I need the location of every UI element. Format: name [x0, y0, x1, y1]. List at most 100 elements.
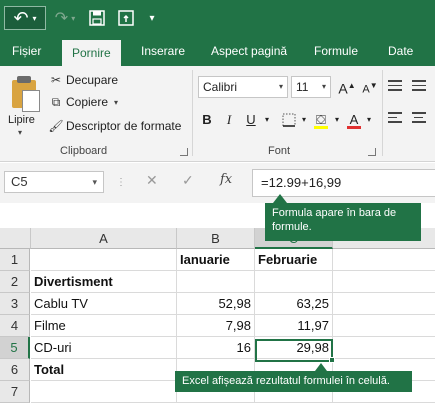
- save-button[interactable]: [86, 6, 108, 30]
- cell-d3[interactable]: [333, 293, 435, 315]
- cell-c5[interactable]: 29,98: [255, 337, 333, 359]
- select-all-corner[interactable]: [0, 228, 31, 249]
- tab-insert[interactable]: Inserare: [141, 36, 185, 66]
- cell-b1[interactable]: Ianuarie: [177, 249, 255, 271]
- font-name-value: Calibri: [203, 80, 238, 94]
- cell-c2[interactable]: [255, 271, 333, 293]
- font-color-button[interactable]: A: [345, 110, 363, 130]
- row-header-4[interactable]: 4: [0, 315, 30, 337]
- chevron-down-icon: ▾: [32, 13, 37, 23]
- enter-icon[interactable]: ✓: [182, 172, 194, 189]
- row-header-5[interactable]: 5: [0, 337, 30, 359]
- borders-icon: [282, 113, 296, 127]
- paste-label: Lipire: [8, 114, 35, 126]
- cell-a5[interactable]: CD-uri: [31, 337, 177, 359]
- column-header-b[interactable]: B: [177, 228, 255, 249]
- tab-page-layout[interactable]: Aspect pagină: [211, 36, 287, 66]
- chevron-down-icon[interactable]: ▾: [364, 110, 374, 130]
- cell-d1[interactable]: [333, 249, 435, 271]
- cell-d4[interactable]: [333, 315, 435, 337]
- chevron-down-icon: ▾: [92, 177, 97, 187]
- tab-data[interactable]: Date: [388, 36, 413, 66]
- fill-color-swatch: [314, 126, 328, 129]
- format-painter-label: Descriptor de formate: [66, 119, 182, 133]
- increase-font-size-button[interactable]: A▲: [337, 76, 357, 97]
- row-header-7[interactable]: 7: [0, 381, 30, 403]
- font-color-icon: A: [349, 112, 359, 127]
- paste-button[interactable]: Lipire ▾: [4, 70, 42, 137]
- copy-button[interactable]: ⧉ Copiere ▾: [48, 92, 118, 112]
- redo-icon: ↷: [54, 10, 69, 27]
- scissors-icon: ✂: [50, 73, 62, 87]
- decrease-font-size-button[interactable]: A▼: [360, 76, 380, 96]
- row-header-6[interactable]: 6: [0, 359, 30, 381]
- align-left-icon[interactable]: [388, 112, 402, 126]
- underline-button[interactable]: U: [242, 110, 260, 130]
- font-group-label: Font: [268, 145, 291, 157]
- bold-button[interactable]: B: [198, 110, 216, 130]
- chevron-down-icon[interactable]: ▾: [332, 110, 342, 130]
- cell-d2[interactable]: [333, 271, 435, 293]
- align-center-icon[interactable]: [412, 112, 426, 126]
- insert-function-icon[interactable]: fx: [220, 172, 232, 187]
- paint-bucket-icon: ⛋: [316, 112, 326, 127]
- font-name-select[interactable]: Calibri ▾: [198, 76, 288, 98]
- font-size-select[interactable]: 11 ▾: [291, 76, 331, 98]
- cancel-icon[interactable]: ✕: [146, 172, 158, 189]
- cell-c4[interactable]: 11,97: [255, 315, 333, 337]
- chevron-down-icon[interactable]: ▾: [114, 98, 118, 107]
- undo-button[interactable]: ↶ ▾: [4, 6, 46, 30]
- cell-a1[interactable]: [31, 249, 177, 271]
- row-header-1[interactable]: 1: [0, 249, 30, 271]
- formula-input[interactable]: =12.99+16,99: [252, 169, 435, 197]
- chevron-down-icon[interactable]: ▾: [262, 110, 272, 130]
- cell-a4[interactable]: Filme: [31, 315, 177, 337]
- tab-file[interactable]: Fișier: [12, 36, 41, 66]
- format-painter-button[interactable]: 🖌 Descriptor de formate: [48, 116, 181, 136]
- result-callout: Excel afișează rezultatul formulei în ce…: [175, 363, 412, 392]
- tab-home[interactable]: Pornire: [62, 40, 121, 66]
- cell-b5[interactable]: 16: [177, 337, 255, 359]
- cell-b3[interactable]: 52,98: [177, 293, 255, 315]
- name-box[interactable]: C5 ▾: [4, 171, 104, 193]
- cell-a3[interactable]: Cablu TV: [31, 293, 177, 315]
- row-header-2[interactable]: 2: [0, 271, 30, 293]
- cell-d5[interactable]: [333, 337, 435, 359]
- customize-icon: ▾: [149, 12, 155, 24]
- customize-toolbar-button[interactable]: ▾: [145, 6, 159, 30]
- copy-label: Copiere: [66, 95, 109, 109]
- cell-a2[interactable]: Divertisment: [31, 271, 177, 293]
- row-header-3[interactable]: 3: [0, 293, 30, 315]
- cell-a6[interactable]: Total: [31, 359, 177, 381]
- chevron-down-icon: ▾: [71, 13, 76, 23]
- font-dialog-launcher-icon[interactable]: [368, 148, 376, 156]
- column-header-a[interactable]: A: [31, 228, 177, 249]
- align-middle-icon[interactable]: [412, 80, 426, 94]
- cell-b2[interactable]: [177, 271, 255, 293]
- align-top-icon[interactable]: [388, 80, 402, 94]
- formula-bar: C5 ▾ ⋮ ✕ ✓ fx =12.99+16,99: [0, 163, 435, 203]
- font-size-value: 11: [296, 80, 309, 94]
- fill-handle[interactable]: [329, 357, 335, 363]
- chevron-down-icon[interactable]: ▾: [299, 110, 309, 130]
- italic-button[interactable]: I: [220, 110, 238, 130]
- clipboard-dialog-launcher-icon[interactable]: [180, 148, 188, 156]
- title-bar: ↶ ▾ ↷ ▾ ▾: [0, 0, 435, 36]
- cell-c3[interactable]: 63,25: [255, 293, 333, 315]
- more-options-icon[interactable]: ⋮: [116, 177, 126, 188]
- ribbon: Lipire ▾ ✂ Decupare ⧉ Copiere ▾ 🖌 Descri…: [0, 66, 435, 162]
- cell-b4[interactable]: 7,98: [177, 315, 255, 337]
- tab-formulas[interactable]: Formule: [314, 36, 358, 66]
- chevron-down-icon: ▾: [18, 128, 23, 137]
- ribbon-divider: [382, 70, 383, 156]
- redo-button[interactable]: ↷ ▾: [50, 6, 80, 30]
- touch-mode-button[interactable]: [115, 6, 137, 30]
- fill-color-button[interactable]: ⛋: [312, 110, 330, 130]
- copy-icon: ⧉: [51, 94, 61, 109]
- cut-button[interactable]: ✂ Decupare: [48, 70, 118, 90]
- cell-a7[interactable]: [31, 381, 177, 403]
- ribbon-divider: [192, 70, 193, 156]
- borders-button[interactable]: [280, 110, 298, 130]
- cell-c1[interactable]: Februarie: [255, 249, 333, 271]
- ribbon-tabs: Fișier Pornire Inserare Aspect pagină Fo…: [0, 36, 435, 66]
